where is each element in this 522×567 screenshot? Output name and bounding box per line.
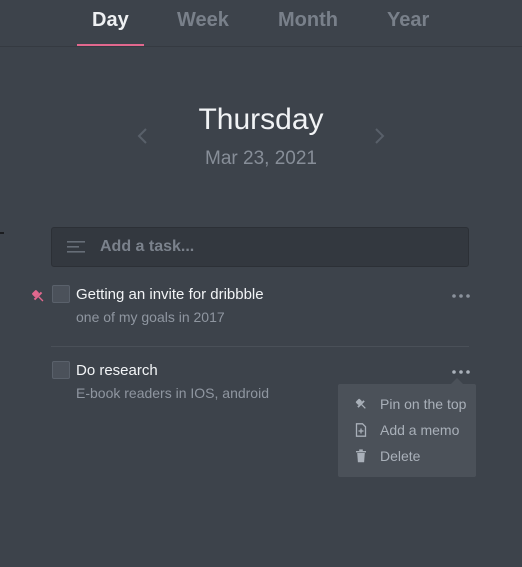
task-checkbox[interactable] xyxy=(52,285,70,303)
add-task-field[interactable] xyxy=(51,227,469,267)
text-lines-icon xyxy=(67,241,85,253)
menu-item-add-memo[interactable]: Add a memo xyxy=(338,419,476,441)
task-subtitle: E-book readers in IOS, android xyxy=(76,385,269,401)
add-task-input[interactable] xyxy=(100,228,460,266)
tab-day[interactable]: Day xyxy=(92,9,129,32)
task-divider xyxy=(51,346,469,347)
task-title[interactable]: Do research xyxy=(76,362,158,379)
edge-mark xyxy=(0,232,4,234)
chevron-right-icon xyxy=(375,128,385,144)
trash-icon xyxy=(356,449,366,463)
view-tabs: Day Week Month Year xyxy=(0,0,522,47)
memo-icon xyxy=(355,423,367,437)
more-options-icon[interactable] xyxy=(451,291,471,301)
next-day-button[interactable] xyxy=(373,124,387,148)
tab-month[interactable]: Month xyxy=(278,9,338,32)
task-options-menu: Pin on the top Add a memo Delete xyxy=(338,378,476,477)
tab-year[interactable]: Year xyxy=(387,9,429,32)
task-subtitle: one of my goals in 2017 xyxy=(76,309,225,325)
more-options-icon[interactable] xyxy=(451,367,471,377)
task-checkbox[interactable] xyxy=(52,361,70,379)
menu-item-label: Pin on the top xyxy=(380,396,467,412)
weekday-title: Thursday xyxy=(198,103,324,136)
menu-item-delete[interactable]: Delete xyxy=(338,445,476,467)
task-title[interactable]: Getting an invite for dribbble xyxy=(76,286,264,303)
date-subtitle: Mar 23, 2021 xyxy=(205,148,317,169)
pin-icon xyxy=(355,398,366,409)
tab-week[interactable]: Week xyxy=(177,9,229,32)
active-tab-indicator xyxy=(77,44,144,46)
menu-item-label: Add a memo xyxy=(380,422,460,438)
menu-item-pin-on-top[interactable]: Pin on the top xyxy=(338,393,476,415)
menu-item-label: Delete xyxy=(380,448,421,464)
pin-icon xyxy=(32,290,44,302)
